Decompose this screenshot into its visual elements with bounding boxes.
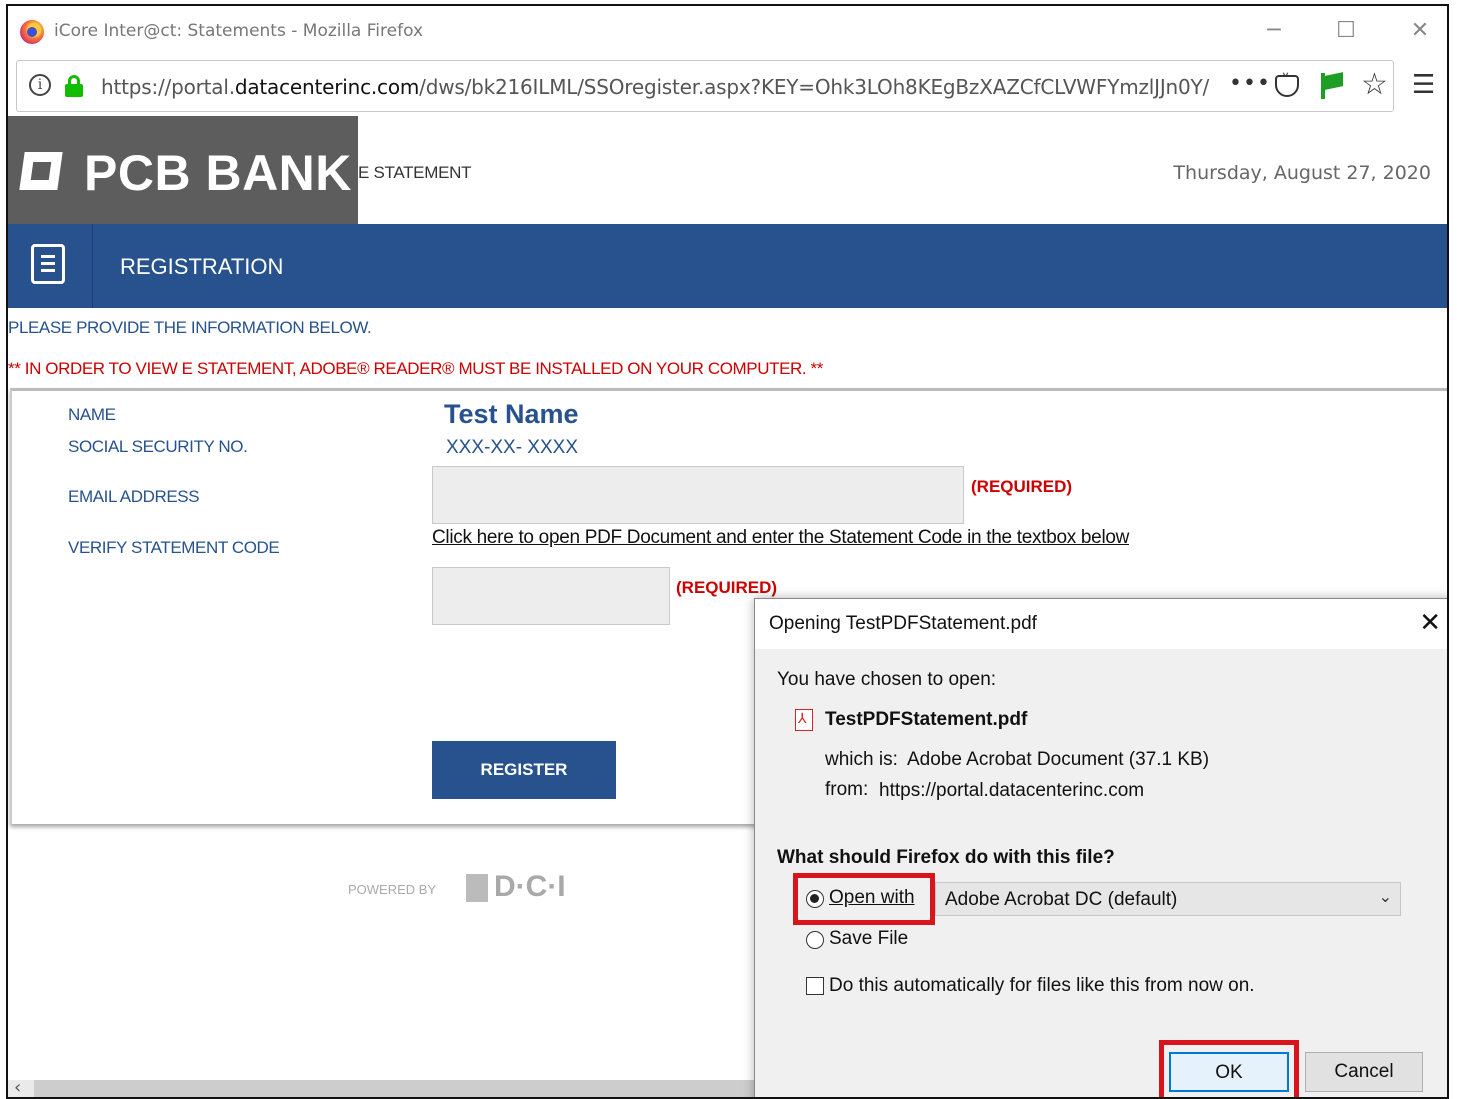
file-name: TestPDFStatement.pdf <box>825 709 1028 730</box>
firefox-logo-icon <box>20 20 44 44</box>
address-bar[interactable]: i https://portal.datacenterinc.com/dws/b… <box>16 60 1394 112</box>
window-title: iCore Inter@ct: Statements - Mozilla Fir… <box>54 21 424 41</box>
maximize-button[interactable]: ☐ <box>1326 14 1366 48</box>
file-source-value: https://portal.datacenterinc.com <box>879 780 1145 801</box>
registration-icon-cell <box>8 224 93 308</box>
powered-by-text: POWERED BY <box>348 882 437 897</box>
page-actions-more-icon[interactable]: ••• <box>1229 71 1271 96</box>
statement-code-field[interactable] <box>432 567 670 625</box>
email-required-label: (REQUIRED) <box>971 477 1073 496</box>
open-with-radio[interactable] <box>806 890 824 908</box>
close-window-button[interactable]: ✕ <box>1400 14 1440 48</box>
adobe-warning-text: ** IN ORDER TO VIEW E STATEMENT, ADOBE® … <box>8 359 823 378</box>
register-button[interactable]: REGISTER <box>432 741 616 799</box>
registration-title: REGISTRATION <box>120 254 284 279</box>
registration-banner: REGISTRATION <box>8 224 1447 308</box>
green-flag-extension-icon[interactable] <box>1319 72 1343 99</box>
pdf-file-icon <box>795 709 813 731</box>
file-open-dialog: Opening TestPDFStatement.pdf ✕ You have … <box>754 598 1447 1097</box>
save-file-radio[interactable] <box>806 931 824 949</box>
auto-action-checkbox[interactable] <box>806 977 824 995</box>
file-type-value: Adobe Acrobat Document (37.1 KB) <box>907 749 1210 770</box>
code-required-label: (REQUIRED) <box>676 578 778 597</box>
current-date: Thursday, August 27, 2020 <box>1173 162 1431 184</box>
email-field[interactable] <box>432 466 964 524</box>
file-type-label: which is: <box>825 749 898 770</box>
auto-action-label[interactable]: Do this automatically for files like thi… <box>829 975 1255 997</box>
info-icon[interactable]: i <box>29 74 51 96</box>
pocket-icon[interactable] <box>1275 71 1299 97</box>
file-source-label: from: <box>825 779 869 800</box>
minimize-button[interactable]: ─ <box>1254 14 1294 48</box>
name-label: NAME <box>68 405 116 424</box>
verify-code-label: VERIFY STATEMENT CODE <box>68 538 280 557</box>
bookmark-star-icon[interactable]: ☆ <box>1361 67 1388 102</box>
dialog-title: Opening TestPDFStatement.pdf <box>769 613 1037 634</box>
browser-window: iCore Inter@ct: Statements - Mozilla Fir… <box>6 4 1449 1099</box>
window-titlebar: iCore Inter@ct: Statements - Mozilla Fir… <box>8 6 1447 56</box>
dialog-titlebar: Opening TestPDFStatement.pdf ✕ <box>755 599 1447 649</box>
chevron-down-icon: ⌄ <box>1378 889 1392 906</box>
ssn-label: SOCIAL SECURITY NO. <box>68 437 248 456</box>
action-question: What should Firefox do with this file? <box>777 847 1115 868</box>
dialog-close-button[interactable]: ✕ <box>1419 607 1441 638</box>
scroll-left-arrow-icon[interactable]: ‹ <box>14 1077 21 1097</box>
ok-button[interactable]: OK <box>1169 1052 1289 1092</box>
provide-info-text: PLEASE PROVIDE THE INFORMATION BELOW. <box>8 318 372 337</box>
hamburger-menu-icon[interactable]: ☰ <box>1412 70 1435 100</box>
url-text[interactable]: https://portal.datacenterinc.com/dws/bk2… <box>101 75 1221 99</box>
chosen-to-open-text: You have chosen to open: <box>777 669 997 690</box>
lock-icon[interactable] <box>65 75 83 97</box>
bank-header: PCB BANK E STATEMENT Thursday, August 27… <box>8 116 1447 224</box>
cancel-button[interactable]: Cancel <box>1305 1052 1423 1092</box>
open-with-label[interactable]: Open with <box>829 887 915 909</box>
dci-logo: D·C·I <box>466 870 576 906</box>
open-with-app-select[interactable]: Adobe Acrobat DC (default) ⌄ <box>935 882 1401 916</box>
scrollbar-thumb[interactable] <box>34 1080 774 1097</box>
name-value: Test Name <box>444 399 579 429</box>
document-list-icon <box>31 244 65 284</box>
open-pdf-link[interactable]: Click here to open PDF Document and ente… <box>432 527 1129 549</box>
bank-logo: PCB BANK <box>8 116 358 224</box>
statement-tag: E STATEMENT <box>358 163 472 182</box>
bank-logo-mark-icon <box>18 146 68 196</box>
email-label: EMAIL ADDRESS <box>68 487 200 506</box>
open-with-app-value: Adobe Acrobat DC (default) <box>945 889 1178 910</box>
save-file-label[interactable]: Save File <box>829 928 908 950</box>
bank-name: PCB BANK <box>84 145 352 201</box>
ssn-value: XXX-XX- XXXX <box>446 437 578 458</box>
